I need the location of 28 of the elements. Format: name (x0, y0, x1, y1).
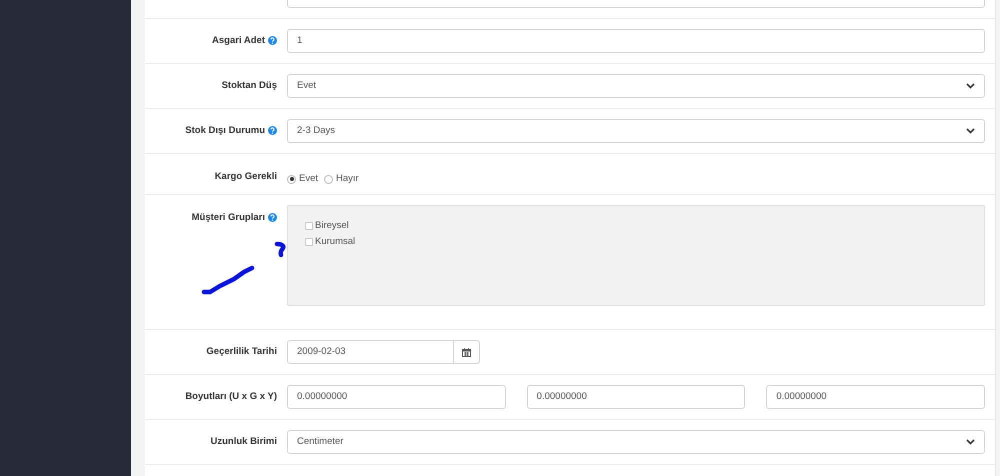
checkbox-option[interactable]: Kurumsal (305, 235, 356, 250)
calendar-button[interactable] (454, 340, 480, 364)
select-field[interactable]: Centimeter (287, 430, 985, 454)
field-label: Kargo Gerekli (214, 171, 277, 183)
field-label: Boyutları (U x G x Y) (185, 391, 277, 403)
help-icon[interactable] (268, 213, 277, 222)
help-icon[interactable] (268, 126, 277, 135)
chevron-down-icon (966, 128, 975, 134)
field-label: Stoktan Düş (222, 80, 277, 92)
text-field[interactable]: 1 (287, 29, 985, 53)
field-label: Asgari Adet (212, 35, 265, 47)
radio-option[interactable]: Evet (287, 172, 318, 186)
select-field[interactable]: 2-3 Days (287, 119, 985, 143)
checkbox-option[interactable]: Bireysel (305, 219, 349, 234)
dimension-field[interactable]: 0.00000000 (766, 385, 986, 409)
chevron-down-icon (966, 83, 975, 89)
dimension-field[interactable]: 0.00000000 (287, 385, 506, 409)
help-icon[interactable] (268, 36, 277, 45)
dimension-field[interactable]: 0.00000000 (526, 385, 746, 409)
chevron-down-icon (966, 439, 975, 445)
field-label: Uzunluk Birimi (210, 436, 277, 448)
field-label: Müşteri Grupları (192, 212, 265, 224)
field-label: Geçerlilik Tarihi (206, 346, 277, 358)
select-field[interactable]: Evet (287, 74, 985, 98)
field-label: Stok Dışı Durumu (185, 125, 265, 137)
calendar-icon (462, 348, 471, 356)
radio-option[interactable]: Hayır (324, 172, 359, 186)
date-field[interactable]: 2009-02-03 (287, 340, 454, 364)
